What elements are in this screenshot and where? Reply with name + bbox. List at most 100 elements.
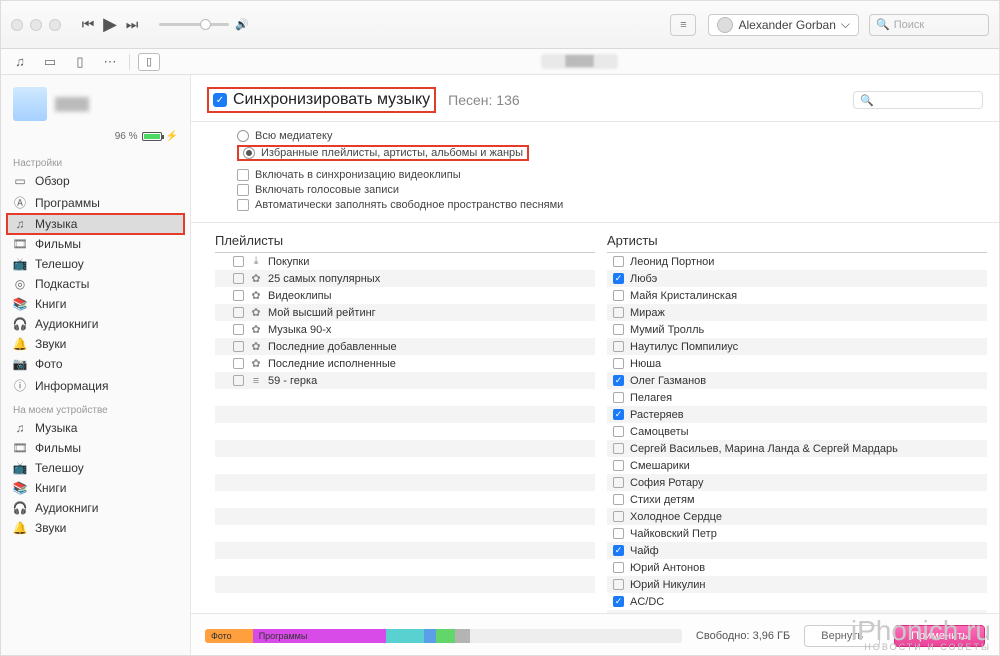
row-checkbox[interactable]	[613, 392, 624, 403]
list-item[interactable]: Майя Кристалинская	[607, 287, 987, 304]
list-view-button[interactable]: ≡	[670, 14, 696, 36]
sidebar-item[interactable]: ⓘИнформация	[7, 374, 184, 397]
play-button[interactable]: ▶	[101, 16, 119, 34]
chk-include-voice[interactable]: Включать голосовые записи	[237, 182, 983, 197]
list-item[interactable]: Сергей Васильев, Марина Ланда & Сергей М…	[607, 440, 987, 457]
chk-include-video[interactable]: Включать в синхронизацию видеоклипы	[237, 167, 983, 182]
row-checkbox[interactable]	[233, 324, 244, 335]
list-item[interactable]: Нюша	[607, 355, 987, 372]
music-tab-icon[interactable]: ♫	[9, 53, 31, 71]
content-search[interactable]: 🔍	[853, 91, 983, 109]
row-checkbox[interactable]	[613, 511, 624, 522]
account-button[interactable]: Alexander Gorban ⌵	[708, 14, 859, 36]
movies-tab-icon[interactable]: ▭	[39, 53, 61, 71]
sidebar-item[interactable]: 📚Книги	[7, 478, 184, 498]
maximize-icon[interactable]	[49, 19, 61, 31]
row-checkbox[interactable]	[233, 290, 244, 301]
list-item[interactable]: Мираж	[607, 304, 987, 321]
prev-button[interactable]: ⏮	[79, 16, 97, 34]
row-checkbox[interactable]: ✓	[613, 545, 624, 556]
sidebar-item[interactable]: ▭Обзор	[7, 171, 184, 191]
row-checkbox[interactable]	[233, 307, 244, 318]
list-item[interactable]: София Ротару	[607, 474, 987, 491]
sidebar-item[interactable]: ◎Подкасты	[7, 274, 184, 294]
row-checkbox[interactable]	[233, 341, 244, 352]
row-checkbox[interactable]: ✓	[613, 409, 624, 420]
device-select-button[interactable]: ▯	[138, 53, 160, 71]
row-checkbox[interactable]	[233, 375, 244, 386]
row-checkbox[interactable]	[613, 307, 624, 318]
list-item[interactable]: Юрий Никулин	[607, 576, 987, 593]
list-item[interactable]: Смешарики	[607, 457, 987, 474]
sidebar-item[interactable]: ♫Музыка	[7, 418, 184, 438]
row-checkbox[interactable]	[613, 341, 624, 352]
list-item[interactable]: Чайковский Петр	[607, 525, 987, 542]
global-search[interactable]: 🔍 Поиск	[869, 14, 989, 36]
list-item[interactable]: ✿Видеоклипы	[215, 287, 595, 304]
sidebar-item[interactable]: 📺Телешоу	[7, 458, 184, 478]
row-checkbox[interactable]: ✓	[613, 273, 624, 284]
sidebar-item[interactable]: 🎧Аудиокниги	[7, 498, 184, 518]
breadcrumb[interactable]: ████	[541, 54, 617, 69]
list-item[interactable]: Наутилус Помпилиус	[607, 338, 987, 355]
list-item[interactable]: ✿25 самых популярных	[215, 270, 595, 287]
list-item[interactable]: Юрий Антонов	[607, 559, 987, 576]
row-checkbox[interactable]	[613, 443, 624, 454]
sidebar-item[interactable]: 🎞Фильмы	[7, 438, 184, 458]
more-tab-icon[interactable]: ⋯	[99, 53, 121, 71]
row-checkbox[interactable]	[613, 477, 624, 488]
row-checkbox[interactable]	[613, 426, 624, 437]
row-checkbox[interactable]	[233, 358, 244, 369]
row-checkbox[interactable]	[233, 256, 244, 267]
row-checkbox[interactable]: ✓	[613, 596, 624, 607]
sidebar-item[interactable]: 🔔Звуки	[7, 334, 184, 354]
playlists-list[interactable]: ⤓Покупки✿25 самых популярных✿Видеоклипы ✿…	[215, 253, 595, 625]
row-checkbox[interactable]	[613, 256, 624, 267]
row-checkbox[interactable]	[233, 273, 244, 284]
row-checkbox[interactable]: ✓	[613, 375, 624, 386]
list-item[interactable]: Пелагея	[607, 389, 987, 406]
list-item[interactable]: ✓Чайф	[607, 542, 987, 559]
list-item[interactable]: ✿Музыка 90-х	[215, 321, 595, 338]
volume-control[interactable]: 🔊	[159, 18, 249, 31]
sidebar-item[interactable]: ♫Музыка	[7, 214, 184, 234]
row-checkbox[interactable]	[613, 358, 624, 369]
sync-checkbox-wrap[interactable]: ✓ Синхронизировать музыку	[207, 87, 436, 113]
sidebar-item[interactable]: 🎧Аудиокниги	[7, 314, 184, 334]
radio-whole-library[interactable]: Всю медиатеку	[237, 128, 983, 143]
device-card[interactable]: ████	[7, 83, 184, 131]
next-button[interactable]: ⏭	[123, 16, 141, 34]
artists-list[interactable]: Леонид Портнои✓ЛюбэМайя КристалинскаяМир…	[607, 253, 987, 625]
close-icon[interactable]	[11, 19, 23, 31]
list-item[interactable]: ✿Последние исполненные	[215, 355, 595, 372]
list-item[interactable]: Холодное Сердце	[607, 508, 987, 525]
minimize-icon[interactable]	[30, 19, 42, 31]
row-checkbox[interactable]	[613, 460, 624, 471]
row-checkbox[interactable]	[613, 324, 624, 335]
list-item[interactable]: ✿Последние добавленные	[215, 338, 595, 355]
list-item[interactable]: Леонид Портнои	[607, 253, 987, 270]
sidebar-item[interactable]: 📺Телешоу	[7, 254, 184, 274]
row-checkbox[interactable]	[613, 494, 624, 505]
device-tab-icon[interactable]: ▯	[69, 53, 91, 71]
list-item[interactable]: ✓AC/DC	[607, 593, 987, 610]
sidebar-item[interactable]: 🎞Фильмы	[7, 234, 184, 254]
row-checkbox[interactable]	[613, 562, 624, 573]
sync-checkbox[interactable]: ✓	[213, 93, 227, 107]
sidebar-item[interactable]: 📚Книги	[7, 294, 184, 314]
list-item[interactable]: ✓Любэ	[607, 270, 987, 287]
list-item[interactable]: ⤓Покупки	[215, 253, 595, 270]
radio-selected-items[interactable]: Избранные плейлисты, артисты, альбомы и …	[237, 145, 529, 161]
list-item[interactable]: ✓Растеряев	[607, 406, 987, 423]
chk-autofill[interactable]: Автоматически заполнять свободное простр…	[237, 197, 983, 212]
sidebar-item[interactable]: ⒶПрограммы	[7, 191, 184, 214]
sidebar-item[interactable]: 🔔Звуки	[7, 518, 184, 538]
list-item[interactable]: Самоцветы	[607, 423, 987, 440]
list-item[interactable]: ✓Олег Газманов	[607, 372, 987, 389]
list-item[interactable]: Стихи детям	[607, 491, 987, 508]
row-checkbox[interactable]	[613, 528, 624, 539]
row-checkbox[interactable]	[613, 579, 624, 590]
list-item[interactable]: Мумий Тролль	[607, 321, 987, 338]
list-item[interactable]: ≡59 - герка	[215, 372, 595, 389]
row-checkbox[interactable]	[613, 290, 624, 301]
